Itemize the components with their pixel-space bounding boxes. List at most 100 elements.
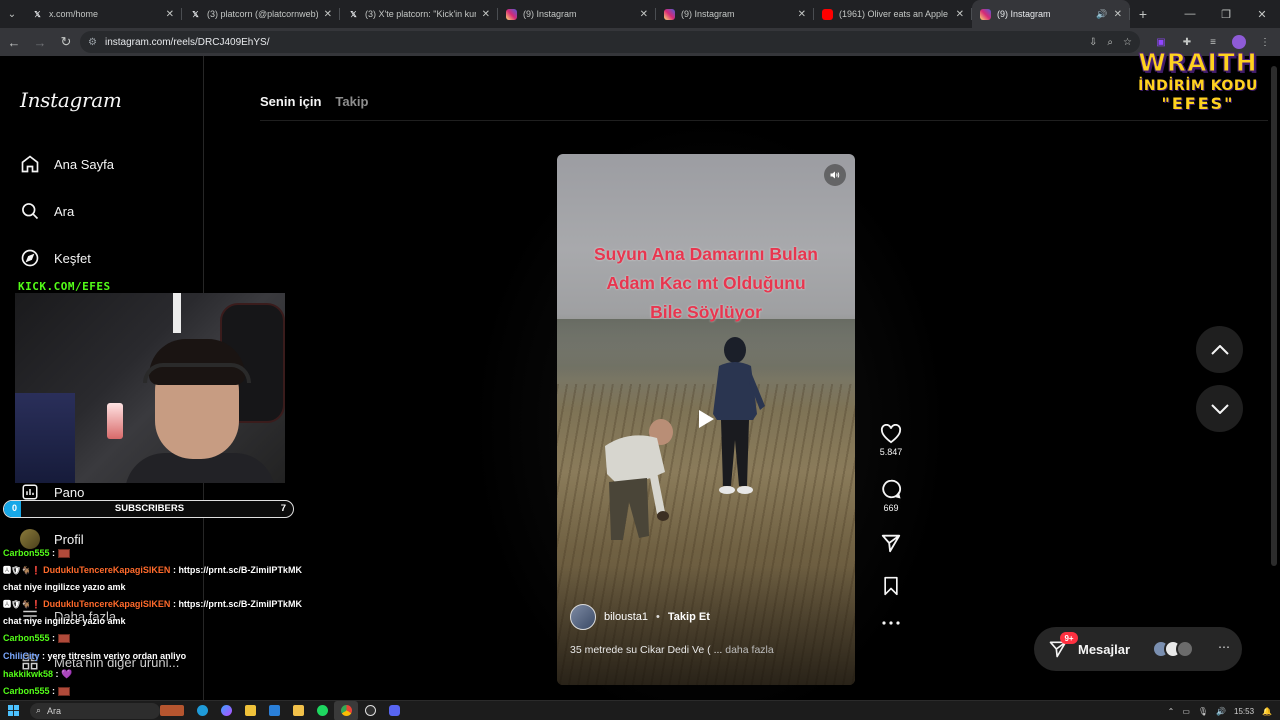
reading-list-icon[interactable]: ≡	[1206, 35, 1220, 49]
close-tab-icon[interactable]: ✕	[324, 9, 332, 20]
site-info-icon[interactable]: ⚙	[88, 37, 97, 48]
discord-icon[interactable]	[382, 701, 406, 720]
caption-more-link[interactable]: daha fazla	[725, 644, 773, 656]
sidebar-item-dashboard[interactable]: Pano	[20, 482, 84, 502]
browser-tab[interactable]: (9) Instagram 🔊 ✕	[972, 0, 1130, 28]
browser-tab[interactable]: (9) Instagram ✕	[498, 0, 656, 28]
more-dots-icon[interactable]	[881, 620, 901, 626]
network-icon[interactable]: ▭	[1182, 707, 1190, 716]
heart-icon[interactable]	[880, 424, 902, 444]
comment-icon[interactable]	[880, 478, 902, 500]
profile-avatar[interactable]	[1232, 35, 1246, 49]
browser-tab[interactable]: 𝕏x.com/home ✕	[24, 0, 182, 28]
subscriber-goal: 7	[280, 503, 286, 514]
tab-strip: 𝕏x.com/home ✕ 𝕏 (3) platcorn (@platcornweb)…	[24, 0, 1130, 28]
close-tab-icon[interactable]: ✕	[798, 9, 806, 20]
store-icon[interactable]	[238, 701, 262, 720]
chat-username[interactable]: Carbon555	[3, 686, 50, 696]
speaker-icon	[830, 171, 840, 179]
chat-text: 💜	[61, 669, 73, 679]
chat-username[interactable]: DudukluTencereKapagiSIKEN	[43, 599, 170, 609]
extensions-puzzle-icon[interactable]: ✚	[1180, 35, 1194, 49]
clock[interactable]: 15:53	[1234, 707, 1254, 716]
obs-icon[interactable]	[358, 701, 382, 720]
audio-toggle-button[interactable]	[824, 164, 846, 186]
sidebar-item-explore[interactable]: Keşfet	[20, 248, 91, 268]
bookmark-icon[interactable]	[882, 576, 900, 596]
next-reel-button[interactable]	[1196, 385, 1243, 432]
author-username[interactable]: bilousta1	[604, 611, 648, 623]
author-avatar[interactable]	[570, 604, 596, 630]
volume-icon[interactable]: 🔊	[1216, 707, 1226, 716]
new-tab-button[interactable]: +	[1130, 6, 1156, 22]
widget-icon[interactable]	[160, 701, 184, 720]
browser-tab[interactable]: (9) Instagram ✕	[656, 0, 814, 28]
play-icon[interactable]	[693, 406, 719, 432]
tray-chevron-icon[interactable]: ⌃	[1168, 707, 1175, 716]
reload-button[interactable]: ↻	[54, 30, 78, 54]
forward-button[interactable]: →	[28, 30, 52, 54]
lamp-light	[107, 403, 123, 439]
messages-label: Mesajlar	[1078, 641, 1131, 657]
close-tab-icon[interactable]: ✕	[166, 9, 174, 20]
zoom-icon[interactable]: ⌕	[1107, 37, 1113, 48]
close-tab-icon[interactable]: ✕	[956, 9, 964, 20]
caption-text: 35 metrede su Cikar Dedi Ve ( ...	[570, 644, 723, 656]
chat-username[interactable]: Carbon555	[3, 548, 50, 558]
tab-title: (1961) Oliver eats an Apple - Yo	[839, 9, 950, 19]
browser-tab[interactable]: 𝕏 (3) platcorn (@platcornweb) / X ✕	[182, 0, 340, 28]
tab-search-button[interactable]: ⌄	[0, 0, 24, 28]
sidebar-item-search[interactable]: Ara	[20, 201, 74, 221]
webcam-background	[15, 393, 75, 483]
tab-audio-icon[interactable]: 🔊	[1096, 9, 1107, 20]
sidebar-item-home[interactable]: Ana Sayfa	[20, 154, 114, 174]
page-scrollbar[interactable]	[1268, 56, 1280, 700]
close-window-icon[interactable]: ✕	[1244, 0, 1280, 28]
browser-tab[interactable]: (1961) Oliver eats an Apple - Yo ✕	[814, 0, 972, 28]
browser-tab-bar: ⌄ 𝕏x.com/home ✕ 𝕏 (3) platcorn (@platcornwe…	[0, 0, 1280, 28]
edge-icon[interactable]	[190, 701, 214, 720]
browser-tab[interactable]: 𝕏 (3) X'te platcorn: "Kick'in kurucu ✕	[340, 0, 498, 28]
chat-username[interactable]: hakkikwk58	[3, 669, 53, 679]
close-tab-icon[interactable]: ✕	[640, 9, 648, 20]
tab-for-you[interactable]: Senin için	[260, 94, 321, 109]
chrome-menu-icon[interactable]: ⋮	[1258, 35, 1272, 49]
bookmark-star-icon[interactable]: ☆	[1123, 37, 1132, 48]
close-tab-icon[interactable]: ✕	[482, 9, 490, 20]
twitch-extension-icon[interactable]: ▣	[1154, 35, 1168, 49]
chrome-icon[interactable]	[334, 700, 358, 720]
subscriber-goal-bar: 0 SUBSCRIBERS 7	[3, 500, 294, 518]
windows-start-icon[interactable]	[2, 701, 24, 720]
follow-button[interactable]: Takip Et	[668, 611, 710, 623]
reel-video[interactable]: Suyun Ana Damarını Bulan Adam Kac mt Old…	[557, 154, 855, 685]
instagram-logo[interactable]: Instagram	[20, 88, 122, 112]
spotify-icon[interactable]	[310, 701, 334, 720]
chat-colon: :	[49, 633, 58, 643]
minimize-icon[interactable]: —	[1172, 0, 1208, 28]
share-icon[interactable]	[880, 532, 902, 554]
mail-icon[interactable]	[262, 701, 286, 720]
more-dots-icon[interactable]: ⋯	[1218, 640, 1230, 654]
save-action	[875, 576, 907, 596]
install-app-icon[interactable]: ⇩	[1089, 37, 1097, 48]
file-explorer-icon[interactable]	[286, 701, 310, 720]
chat-username[interactable]: ChiliCity	[3, 651, 40, 661]
tab-title: (9) Instagram	[523, 9, 577, 19]
copilot-icon[interactable]	[214, 701, 238, 720]
headset	[143, 363, 251, 383]
chat-username[interactable]: DudukluTencereKapagiSIKEN	[43, 565, 170, 575]
restore-icon[interactable]: ❐	[1208, 0, 1244, 28]
address-bar[interactable]: ⚙ instagram.com/reels/DRCJ409EhYS/ ⇩ ⌕ ☆	[80, 31, 1140, 53]
chat-username[interactable]: Carbon555	[3, 633, 50, 643]
messages-button[interactable]: 9+ Mesajlar ⋯	[1034, 627, 1242, 671]
overlay-line: Bile Söylüyor	[650, 302, 762, 322]
scrollbar-thumb[interactable]	[1271, 66, 1277, 566]
chat-message: 🅰🛡🐐❗ DudukluTencereKapagiSIKEN : https://…	[3, 562, 302, 579]
previous-reel-button[interactable]	[1196, 326, 1243, 373]
notification-bell-icon[interactable]: 🔔	[1262, 707, 1272, 716]
close-tab-icon[interactable]: ✕	[1114, 9, 1122, 20]
taskbar-search[interactable]: ⌕ Ara	[30, 702, 160, 719]
back-button[interactable]: ←	[2, 30, 26, 54]
tab-following[interactable]: Takip	[335, 94, 368, 109]
mic-icon[interactable]: 🎙	[1198, 707, 1208, 716]
